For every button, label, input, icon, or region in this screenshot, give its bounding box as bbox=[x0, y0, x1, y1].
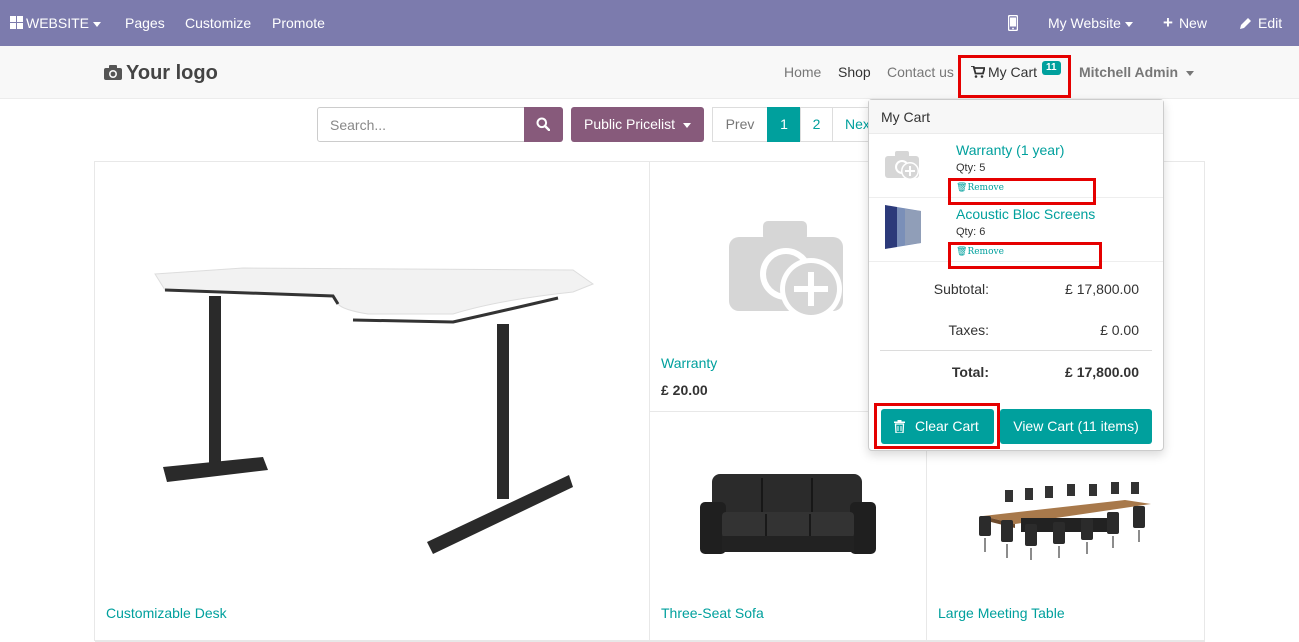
acoustic-screens-image bbox=[885, 205, 921, 249]
website-header: Your logo Home Shop Contact us My Cart 1… bbox=[0, 46, 1299, 99]
subtotal-label: Subtotal: bbox=[933, 281, 989, 297]
product-price: £ 20.00 bbox=[661, 382, 708, 398]
camera-icon bbox=[104, 65, 122, 80]
cart-line-qty: Qty: 5 bbox=[956, 162, 986, 174]
cart-line-name[interactable]: Acoustic Bloc Screens bbox=[956, 206, 1095, 222]
site-logo[interactable]: Your logo bbox=[104, 62, 218, 85]
search-button[interactable] bbox=[524, 107, 563, 142]
highlight-box bbox=[958, 55, 1071, 98]
edit-button[interactable]: Edit bbox=[1240, 0, 1282, 46]
pager-page-2[interactable]: 2 bbox=[800, 107, 833, 142]
highlight-box bbox=[948, 178, 1096, 205]
website-menu[interactable]: WEBSITE bbox=[10, 0, 102, 46]
pencil-icon bbox=[1240, 18, 1251, 29]
nav-home[interactable]: Home bbox=[784, 46, 821, 99]
cart-line-qty: Qty: 6 bbox=[956, 226, 986, 238]
total-label: Total: bbox=[951, 364, 989, 380]
taxes-label: Taxes: bbox=[948, 322, 989, 338]
search-icon bbox=[536, 117, 550, 131]
new-label: New bbox=[1178, 15, 1207, 31]
caret-down-icon bbox=[1186, 70, 1195, 76]
caret-down-icon bbox=[93, 21, 102, 27]
my-website-menu[interactable]: My Website bbox=[1048, 0, 1133, 46]
nav-contact[interactable]: Contact us bbox=[887, 46, 954, 99]
total-value: £ 17,800.00 bbox=[1065, 364, 1139, 380]
caret-down-icon bbox=[1124, 21, 1133, 27]
divider bbox=[880, 350, 1152, 351]
caret-down-icon bbox=[683, 122, 692, 128]
nav-shop[interactable]: Shop bbox=[838, 46, 871, 99]
cart-line-name[interactable]: Warranty (1 year) bbox=[956, 142, 1064, 158]
pager-prev[interactable]: Prev bbox=[712, 107, 768, 142]
desk-image bbox=[154, 267, 595, 554]
product-name[interactable]: Large Meeting Table bbox=[938, 605, 1065, 621]
camera-plus-icon bbox=[885, 151, 919, 180]
mobile-preview-button[interactable] bbox=[1007, 0, 1019, 46]
website-menu-label: WEBSITE bbox=[26, 15, 90, 31]
pricelist-label: Public Pricelist bbox=[584, 116, 676, 132]
view-cart-button[interactable]: View Cart (11 items) bbox=[1000, 409, 1152, 444]
pager-page-1[interactable]: 1 bbox=[767, 107, 801, 142]
camera-plus-icon bbox=[729, 221, 843, 320]
product-name[interactable]: Three-Seat Sofa bbox=[661, 605, 764, 621]
user-name: Mitchell Admin bbox=[1079, 64, 1179, 80]
customize-menu[interactable]: Customize bbox=[185, 0, 251, 46]
cart-popover: My Cart Warranty (1 year) Qty: 5 🗑Remove… bbox=[868, 99, 1164, 451]
edit-label: Edit bbox=[1258, 15, 1283, 31]
product-name[interactable]: Warranty bbox=[661, 355, 717, 371]
mobile-icon bbox=[1007, 14, 1019, 32]
logo-text: Your logo bbox=[126, 62, 218, 84]
subtotal-value: £ 17,800.00 bbox=[1065, 281, 1139, 297]
pages-menu[interactable]: Pages bbox=[125, 0, 165, 46]
user-menu[interactable]: Mitchell Admin bbox=[1079, 46, 1195, 99]
search-input[interactable] bbox=[317, 107, 525, 142]
sofa-image bbox=[700, 474, 876, 554]
meeting-table-image bbox=[979, 482, 1151, 560]
pricelist-dropdown[interactable]: Public Pricelist bbox=[571, 107, 704, 142]
product-name[interactable]: Customizable Desk bbox=[106, 605, 227, 621]
my-website-label: My Website bbox=[1048, 15, 1121, 31]
apps-grid-icon bbox=[10, 16, 23, 29]
highlight-box bbox=[948, 242, 1102, 269]
taxes-value: £ 0.00 bbox=[1100, 322, 1139, 338]
product-card-desk[interactable]: Customizable Desk bbox=[95, 162, 650, 642]
highlight-box bbox=[874, 403, 1000, 449]
cart-popover-title: My Cart bbox=[869, 100, 1163, 134]
plus-icon: + bbox=[1163, 13, 1173, 32]
admin-bar: WEBSITE Pages Customize Promote My Websi… bbox=[0, 0, 1299, 46]
new-button[interactable]: + New bbox=[1163, 0, 1207, 46]
promote-menu[interactable]: Promote bbox=[272, 0, 325, 46]
